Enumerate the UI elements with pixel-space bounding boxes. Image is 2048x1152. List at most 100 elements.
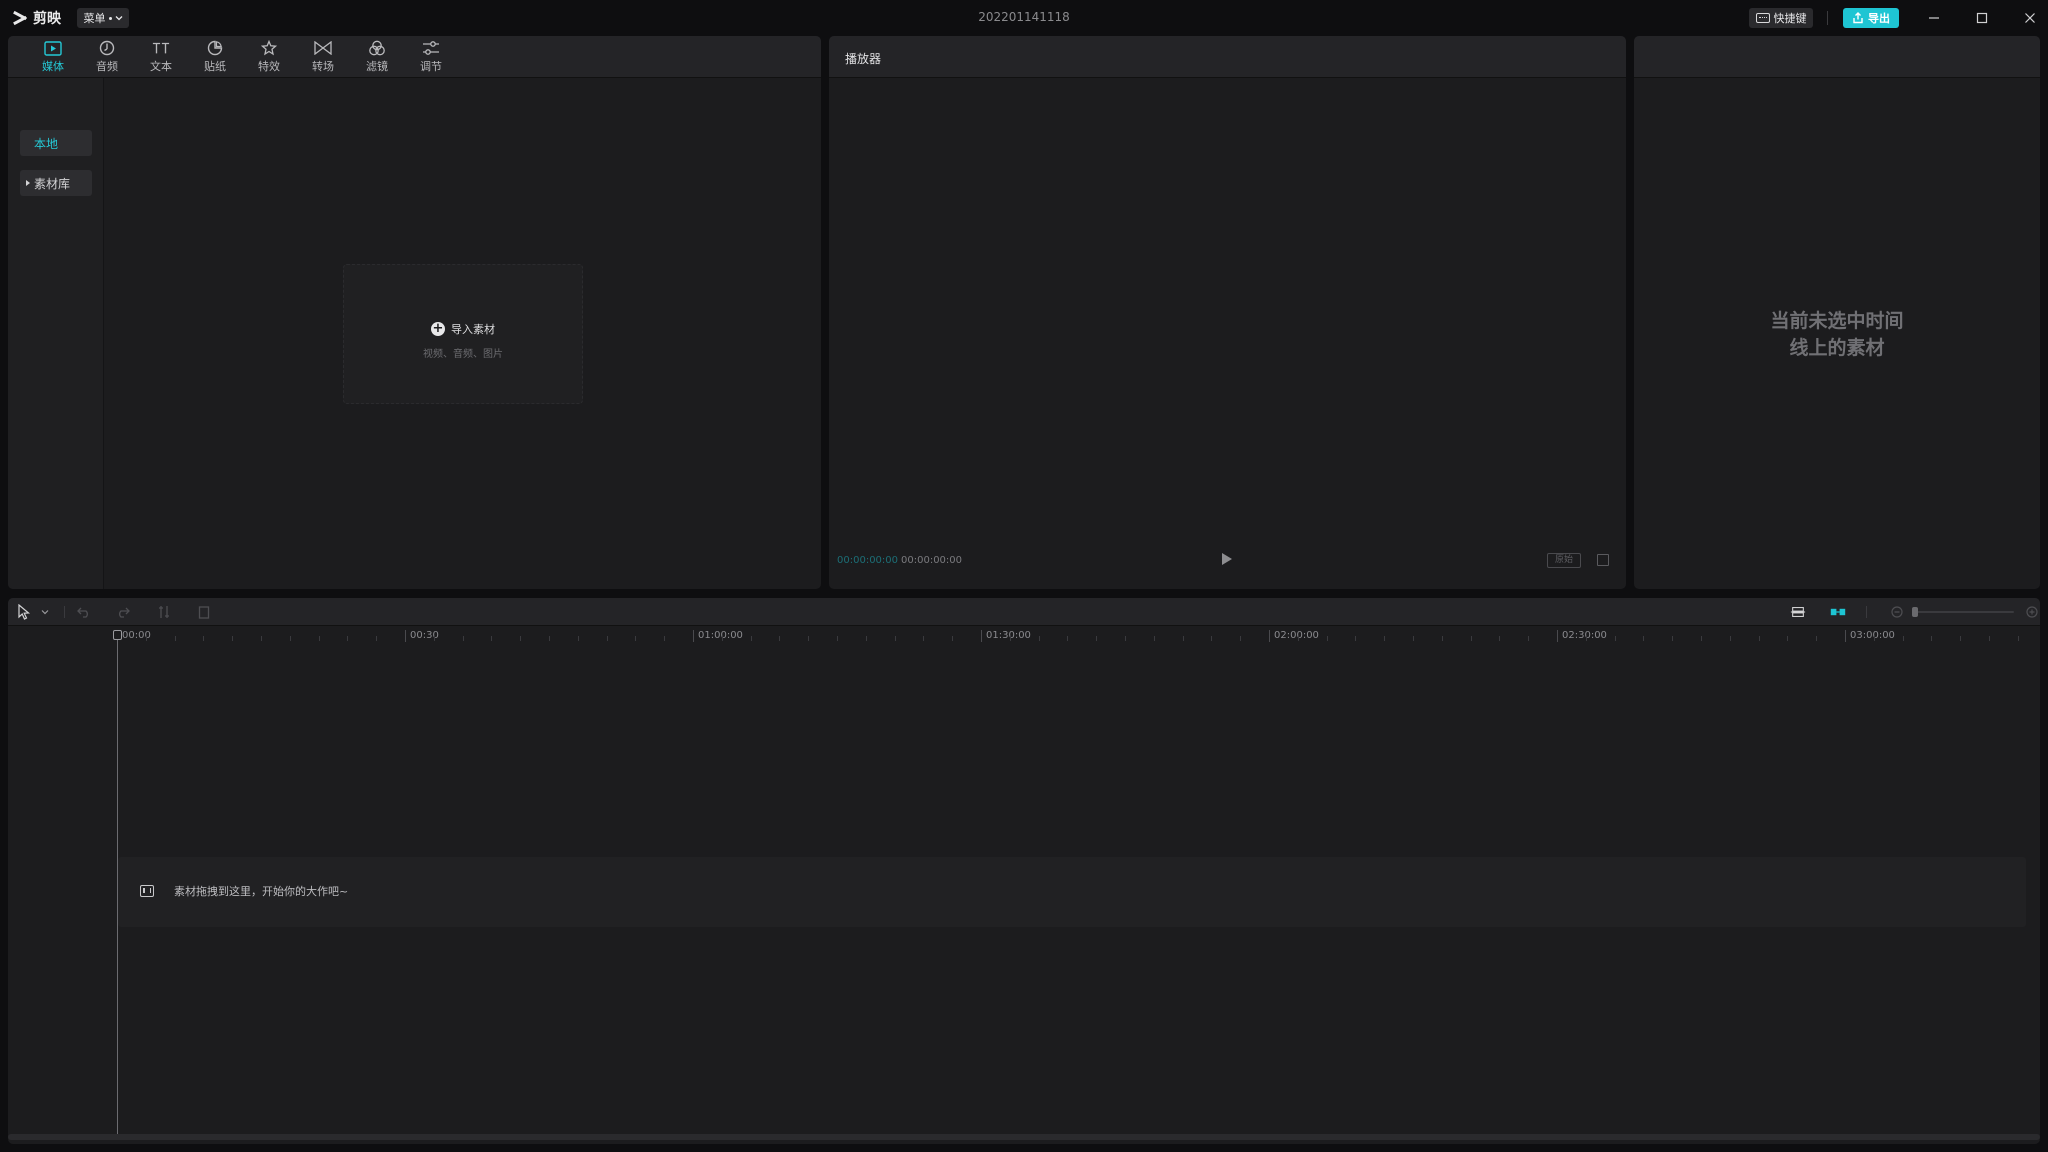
playhead[interactable] [117,634,118,1136]
undo-button[interactable] [76,604,92,620]
magnet-snap-button[interactable] [1790,604,1806,620]
ruler-tick [1989,636,1990,641]
ruler-label: 03:00:00 [1845,630,1895,642]
keyboard-icon [1755,13,1770,23]
ruler-tick [1499,636,1501,641]
sidebar-item-library[interactable]: 素材库 [20,170,92,196]
ruler-tick [664,636,666,641]
ruler-tick [1153,636,1155,641]
drop-hint-text: 素材拖拽到这里，开始你的大作吧~ [174,885,349,898]
ruler-tick [952,636,954,641]
tab-adjust-label: 调节 [420,60,442,73]
ruler-tick [462,636,464,641]
minimize-button[interactable] [1922,6,1946,30]
ruler-tick [347,636,349,641]
split-button[interactable] [156,604,172,620]
tab-sticker-label: 贴纸 [204,60,226,73]
tab-effects[interactable]: 特效 [242,36,296,78]
tab-media[interactable]: 媒体 [26,36,80,78]
maximize-icon [1976,12,1988,24]
delete-button[interactable] [196,604,212,620]
ruler-tick [289,636,291,641]
ruler-tick [1470,636,1472,641]
undo-icon [77,607,88,618]
tab-audio[interactable]: 音频 [80,36,134,78]
ruler-tick [865,636,867,641]
export-button[interactable]: 导出 [1843,8,1899,28]
ruler-tick [549,636,550,641]
ruler-label: 02:00:00 [1269,630,1319,642]
play-icon[interactable] [1222,553,1232,565]
ruler-tick [577,636,579,641]
select-tool-dropdown[interactable] [37,604,53,620]
timeline-horizontal-scrollbar[interactable] [8,1134,2040,1140]
sidebar-item-local[interactable]: 本地 [20,130,92,156]
zoom-in-icon [2026,606,2038,618]
total-timecode: 00:00:00:00 [901,555,963,566]
film-icon [140,885,154,897]
transition-icon [314,40,332,56]
tab-adjust[interactable]: 调节 [404,36,458,78]
ruler-tick [923,636,925,641]
tab-sticker[interactable]: 贴纸 [188,36,242,78]
menu-button[interactable]: 菜单 [77,8,129,28]
plus-icon: + [431,321,445,336]
ruler-tick [145,636,147,641]
ruler-tick [318,636,320,641]
redo-icon [119,607,130,618]
ruler-tick [1528,636,1530,641]
zoom-in-button[interactable] [2024,604,2040,620]
ruler-tick [232,636,234,641]
ruler-tick [1182,636,1184,641]
ruler-tick [1787,636,1789,641]
export-label: 导出 [1868,12,1890,25]
timeline-drop-zone[interactable]: 素材拖拽到这里，开始你的大作吧~ [118,857,2026,927]
no-selection-line2: 线上的素材 [1789,337,1885,359]
media-category-tabs: 媒体 音频 文本 贴纸 特效 转场 滤镜 调节 [8,36,821,78]
ruler-tick [203,636,205,641]
maximize-button[interactable] [1970,6,1994,30]
media-sidebar: 本地 素材库 [8,78,104,589]
select-tool-button[interactable] [16,604,32,620]
ruler-tick [1614,636,1616,641]
ruler-tick [1384,636,1386,641]
ruler-tick [1211,636,1213,641]
tab-filter-label: 滤镜 [366,60,388,73]
tab-filter[interactable]: 滤镜 [350,36,404,78]
close-button[interactable] [2018,6,2042,30]
ruler-tick [1585,636,1587,641]
notification-dot-icon [108,16,112,20]
ruler-tick [1355,636,1357,641]
ruler-tick [1326,636,1328,641]
ruler-tick [1067,636,1069,641]
redo-button[interactable] [115,604,131,620]
fullscreen-icon[interactable] [1597,554,1609,566]
ruler-tick [1413,636,1414,641]
ruler-tick [1125,636,1126,641]
ruler-tick [1038,636,1040,641]
ruler-tick [1758,636,1760,641]
ruler-tick [520,636,522,641]
sidebar-item-library-label: 素材库 [34,176,71,191]
shortcut-label: 快捷键 [1773,12,1807,25]
timeline-ruler[interactable]: 00:00 00:30 01:00:00 01:30:00 02:00:00 0… [8,626,2040,648]
effects-icon [260,40,278,56]
linkage-toggle-button[interactable] [1830,604,1846,620]
ruler-tick [1240,636,1242,641]
zoom-slider[interactable] [1912,607,2014,617]
chevron-down-icon [115,16,122,21]
ruler-tick [779,636,781,641]
tab-transition[interactable]: 转场 [296,36,350,78]
playhead-handle[interactable] [113,630,122,640]
shortcut-button[interactable]: 快捷键 [1749,8,1813,28]
cursor-icon [18,604,31,620]
zoom-out-button[interactable] [1889,604,1905,620]
zoom-slider-handle[interactable] [1912,607,1918,617]
aspect-ratio-button[interactable]: 原始 [1547,553,1581,568]
media-play-icon [44,40,62,56]
import-media-area[interactable]: + 导入素材 视频、音频、图片 [343,264,583,404]
import-media-button[interactable]: + 导入素材 [344,321,582,337]
ruler-tick [1873,636,1875,641]
tab-text[interactable]: 文本 [134,36,188,78]
ruler-tick [1931,636,1933,641]
